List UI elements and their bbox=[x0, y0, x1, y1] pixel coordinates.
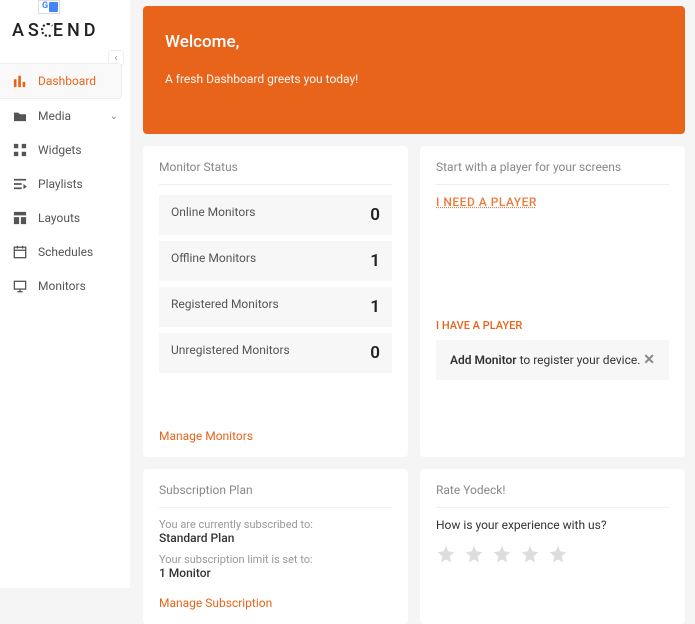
stat-label: Registered Monitors bbox=[171, 297, 279, 317]
sidebar-item-label: Schedules bbox=[38, 245, 93, 259]
star-4[interactable] bbox=[520, 544, 540, 564]
google-translate-icon[interactable] bbox=[38, 0, 60, 14]
close-icon[interactable]: ✕ bbox=[643, 352, 655, 368]
sidebar-item-schedules[interactable]: Schedules bbox=[0, 235, 130, 269]
main-content: Welcome, A fresh Dashboard greets you to… bbox=[143, 6, 685, 594]
sidebar-item-monitors[interactable]: Monitors bbox=[0, 269, 130, 303]
card-title: Start with a player for your screens bbox=[436, 160, 669, 185]
app-logo: ASEND bbox=[12, 20, 120, 41]
subscription-limit: 1 Monitor bbox=[159, 566, 392, 580]
monitor-status-card: Monitor Status Online Monitors 0 Offline… bbox=[143, 146, 408, 457]
stat-row-online: Online Monitors 0 bbox=[159, 195, 392, 235]
stat-row-unregistered: Unregistered Monitors 0 bbox=[159, 333, 392, 373]
card-title: Subscription Plan bbox=[159, 483, 392, 508]
sidebar: ASEND ‹ Dashboard Media ⌄ Widgets bbox=[0, 0, 130, 588]
stat-value: 1 bbox=[370, 251, 380, 271]
welcome-banner: Welcome, A fresh Dashboard greets you to… bbox=[143, 6, 685, 134]
star-3[interactable] bbox=[492, 544, 512, 564]
subscription-limit-note: Your subscription limit is set to: bbox=[159, 553, 392, 566]
card-title: Rate Yodeck! bbox=[436, 483, 669, 508]
tip-text: Add Monitor to register your device. bbox=[450, 353, 640, 367]
have-player-label[interactable]: I HAVE A PLAYER bbox=[436, 319, 669, 332]
sidebar-item-label: Widgets bbox=[38, 143, 82, 157]
folder-icon bbox=[12, 110, 28, 122]
sidebar-item-layouts[interactable]: Layouts bbox=[0, 201, 130, 235]
playlist-icon bbox=[12, 178, 28, 190]
subscription-note: You are currently subscribed to: bbox=[159, 518, 392, 531]
calendar-icon bbox=[12, 245, 28, 259]
need-player-link[interactable]: I NEED A PLAYER bbox=[436, 195, 669, 209]
sidebar-nav: Dashboard Media ⌄ Widgets Playlists La bbox=[0, 63, 130, 303]
stat-label: Online Monitors bbox=[171, 205, 255, 225]
card-title: Monitor Status bbox=[159, 160, 392, 185]
stat-value: 0 bbox=[370, 205, 380, 225]
sidebar-item-label: Monitors bbox=[38, 279, 86, 293]
sidebar-item-dashboard[interactable]: Dashboard bbox=[0, 63, 122, 99]
sidebar-item-playlists[interactable]: Playlists bbox=[0, 167, 130, 201]
sidebar-item-label: Playlists bbox=[38, 177, 83, 191]
welcome-subtitle: A fresh Dashboard greets you today! bbox=[165, 72, 663, 86]
stat-label: Offline Monitors bbox=[171, 251, 256, 271]
subscription-plan-name: Standard Plan bbox=[159, 531, 392, 545]
manage-subscription-link[interactable]: Manage Subscription bbox=[159, 596, 392, 610]
monitor-icon bbox=[12, 280, 28, 293]
sidebar-item-widgets[interactable]: Widgets bbox=[0, 133, 130, 167]
player-start-card: Start with a player for your screens I N… bbox=[420, 146, 685, 457]
logo-area: ASEND ‹ bbox=[0, 0, 130, 59]
widgets-icon bbox=[12, 143, 28, 157]
dashboard-icon bbox=[12, 74, 28, 88]
welcome-title: Welcome, bbox=[165, 32, 663, 52]
add-monitor-tip: Add Monitor to register your device. ✕ bbox=[436, 340, 669, 380]
star-1[interactable] bbox=[436, 544, 456, 564]
chevron-down-icon: ⌄ bbox=[110, 111, 118, 122]
rate-question: How is your experience with us? bbox=[436, 518, 669, 532]
sidebar-item-media[interactable]: Media ⌄ bbox=[0, 99, 130, 133]
stat-row-offline: Offline Monitors 1 bbox=[159, 241, 392, 281]
stat-label: Unregistered Monitors bbox=[171, 343, 290, 363]
star-5[interactable] bbox=[548, 544, 568, 564]
sidebar-item-label: Dashboard bbox=[38, 74, 96, 88]
star-2[interactable] bbox=[464, 544, 484, 564]
stat-value: 0 bbox=[370, 343, 380, 363]
layouts-icon bbox=[12, 211, 28, 225]
stat-row-registered: Registered Monitors 1 bbox=[159, 287, 392, 327]
sidebar-item-label: Media bbox=[38, 109, 71, 123]
manage-monitors-link[interactable]: Manage Monitors bbox=[159, 429, 392, 443]
subscription-card: Subscription Plan You are currently subs… bbox=[143, 469, 408, 624]
rate-card: Rate Yodeck! How is your experience with… bbox=[420, 469, 685, 624]
sidebar-item-label: Layouts bbox=[38, 211, 80, 225]
rating-stars bbox=[436, 544, 669, 564]
stat-value: 1 bbox=[370, 297, 380, 317]
